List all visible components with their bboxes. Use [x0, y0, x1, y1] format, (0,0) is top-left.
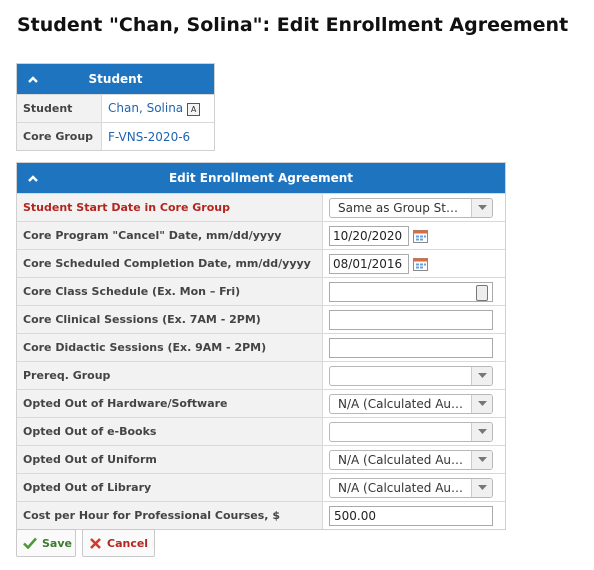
save-button-label: Save	[42, 536, 72, 550]
form-row: Core Class Schedule (Ex. Mon – Fri)	[17, 277, 505, 306]
chevron-down-icon[interactable]	[471, 478, 492, 497]
calendar-icon[interactable]	[413, 257, 428, 271]
edit-panel-title: Edit Enrollment Agreement	[168, 171, 354, 185]
form-row: Prereq. Group	[17, 361, 505, 390]
class-schedule-input[interactable]	[329, 281, 493, 302]
form-row: Opted Out of e-Books	[17, 417, 505, 446]
chevron-down-icon[interactable]	[471, 450, 492, 469]
edit-panel-header[interactable]: Edit Enrollment Agreement	[17, 163, 505, 193]
student-panel-header[interactable]: Student	[17, 64, 214, 94]
form-row: Core Program "Cancel" Date, mm/dd/yyyy 1…	[17, 221, 505, 250]
form-row: Core Clinical Sessions (Ex. 7AM - 2PM)	[17, 305, 505, 334]
didactic-sessions-label: Core Didactic Sessions (Ex. 9AM - 2PM)	[17, 333, 323, 362]
hardware-software-label: Opted Out of Hardware/Software	[17, 389, 323, 418]
student-name-link[interactable]: Chan, Solina	[108, 101, 183, 115]
uniform-select[interactable]: N/A (Calculated Aut...	[329, 449, 493, 470]
ebooks-select[interactable]	[329, 421, 493, 442]
schedule-picker-icon[interactable]	[476, 284, 488, 301]
chevron-down-icon[interactable]	[471, 366, 492, 385]
didactic-sessions-input[interactable]	[329, 337, 493, 358]
collapse-chevron-up-icon[interactable]	[27, 163, 39, 193]
save-button[interactable]: Save	[16, 529, 76, 557]
hardware-software-select-value: N/A (Calculated Aut...	[338, 396, 464, 411]
chevron-down-icon[interactable]	[471, 394, 492, 413]
cancel-date-input[interactable]: 10/20/2020	[329, 225, 409, 246]
student-panel: Student Student Chan, Solina A Core Group…	[16, 63, 215, 151]
uniform-select-value: N/A (Calculated Aut...	[338, 452, 464, 467]
library-select[interactable]: N/A (Calculated Aut...	[329, 477, 493, 498]
edit-enrollment-panel: Edit Enrollment Agreement Student Start …	[16, 162, 506, 530]
form-row: Core Didactic Sessions (Ex. 9AM - 2PM)	[17, 333, 505, 362]
chevron-down-icon[interactable]	[471, 422, 492, 441]
form-row: Student Start Date in Core Group Same as…	[17, 193, 505, 222]
cost-per-hour-input[interactable]: 500.00	[329, 505, 493, 526]
form-row: Opted Out of Library N/A (Calculated Aut…	[17, 473, 505, 502]
library-select-value: N/A (Calculated Aut...	[338, 480, 464, 495]
cancel-date-label: Core Program "Cancel" Date, mm/dd/yyyy	[17, 221, 323, 250]
clinical-sessions-label: Core Clinical Sessions (Ex. 7AM - 2PM)	[17, 305, 323, 334]
ebooks-label: Opted Out of e-Books	[17, 417, 323, 446]
prereq-group-label: Prereq. Group	[17, 361, 323, 390]
form-row: Cost per Hour for Professional Courses, …	[17, 501, 505, 529]
cancel-button-label: Cancel	[107, 536, 149, 550]
start-date-label: Student Start Date in Core Group	[17, 193, 323, 222]
prereq-group-select[interactable]	[329, 365, 493, 386]
form-row: Opted Out of Hardware/Software N/A (Calc…	[17, 389, 505, 418]
student-row: Student Chan, Solina A	[17, 94, 214, 123]
student-id-badge-icon[interactable]: A	[187, 102, 201, 116]
library-label: Opted Out of Library	[17, 473, 323, 502]
uniform-label: Opted Out of Uniform	[17, 445, 323, 474]
page-title: Student "Chan, Solina": Edit Enrollment …	[17, 14, 569, 36]
clinical-sessions-input[interactable]	[329, 309, 493, 330]
hardware-software-select[interactable]: N/A (Calculated Aut...	[329, 393, 493, 414]
close-icon	[90, 537, 101, 549]
core-group-row: Core Group F-VNS-2020-6	[17, 122, 214, 150]
form-row: Core Scheduled Completion Date, mm/dd/yy…	[17, 249, 505, 278]
student-panel-title: Student	[88, 72, 143, 86]
completion-date-input[interactable]: 08/01/2016	[329, 253, 409, 274]
start-date-select[interactable]: Same as Group Sta...	[329, 197, 493, 218]
core-group-link[interactable]: F-VNS-2020-6	[108, 130, 190, 144]
collapse-chevron-up-icon[interactable]	[27, 64, 39, 94]
calendar-icon[interactable]	[413, 229, 428, 243]
class-schedule-label: Core Class Schedule (Ex. Mon – Fri)	[17, 277, 323, 306]
form-row: Opted Out of Uniform N/A (Calculated Aut…	[17, 445, 505, 474]
completion-date-label: Core Scheduled Completion Date, mm/dd/yy…	[17, 249, 323, 278]
cost-per-hour-label: Cost per Hour for Professional Courses, …	[17, 501, 323, 529]
start-date-select-value: Same as Group Sta...	[338, 200, 464, 215]
core-group-label: Core Group	[17, 122, 102, 150]
checkmark-icon	[23, 537, 37, 549]
chevron-down-icon[interactable]	[471, 198, 492, 217]
cancel-button[interactable]: Cancel	[82, 529, 155, 557]
student-label: Student	[17, 94, 102, 123]
